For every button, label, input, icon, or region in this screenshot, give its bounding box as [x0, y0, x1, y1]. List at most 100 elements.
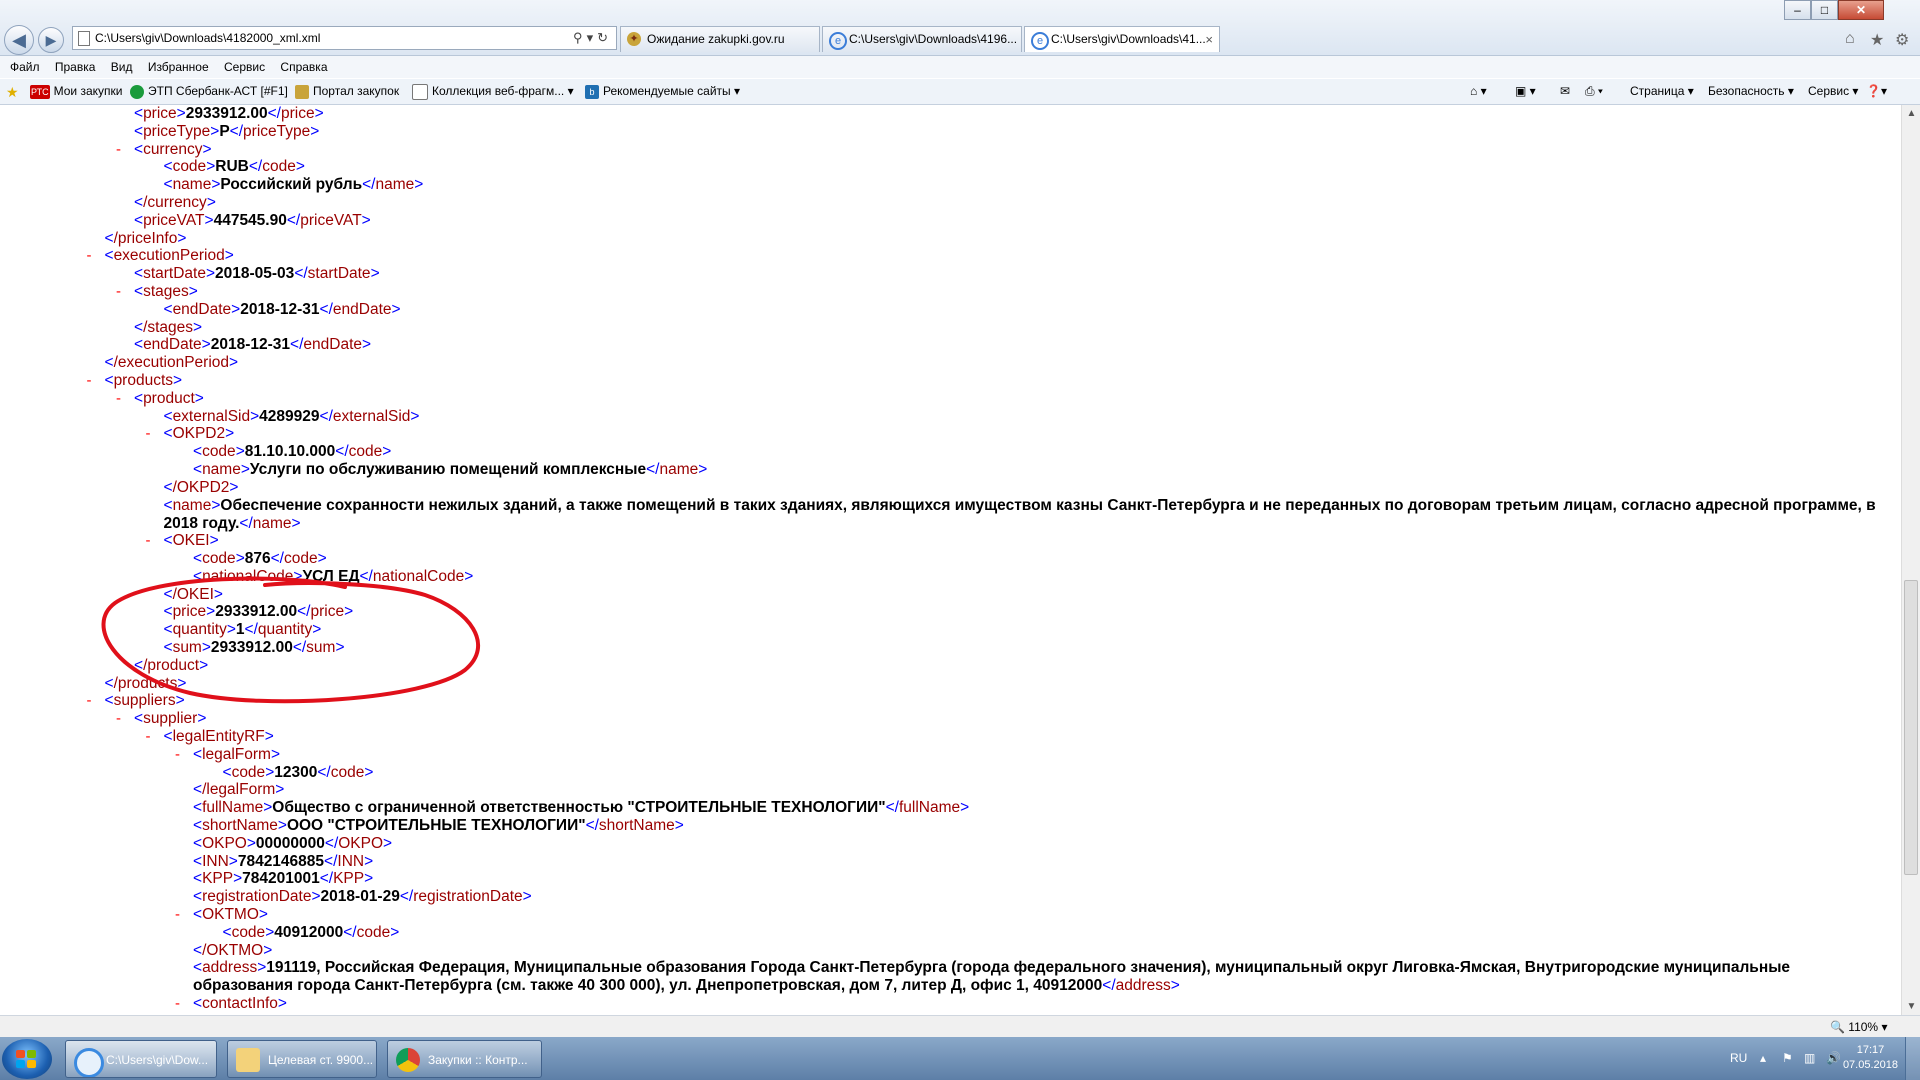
favorite-web-slice-gallery[interactable]: Коллекция веб-фрагм... ▾: [412, 79, 574, 104]
xml-bracket: >: [277, 817, 287, 834]
help-icon[interactable]: ❓▾: [1866, 79, 1887, 104]
xml-value: 2018-12-31: [210, 336, 291, 354]
feeds-icon[interactable]: ▣ ▾: [1515, 79, 1536, 104]
taskbar-chrome-window[interactable]: Закупки :: Контр...: [387, 1040, 542, 1078]
show-desktop-button[interactable]: [1905, 1037, 1920, 1080]
xml-bracket: >: [228, 852, 238, 870]
search-icon[interactable]: ⚲: [573, 30, 587, 45]
collapse-toggle[interactable]: -: [87, 247, 92, 264]
xml-bracket: >: [263, 799, 273, 817]
favorite-procurement-portal[interactable]: Портал закупок: [295, 79, 399, 104]
taskbar-ie-window[interactable]: C:\Users\giv\Dow...: [65, 1040, 217, 1078]
xml-bracket: <: [104, 247, 114, 265]
add-favorite-star-icon[interactable]: ★: [6, 79, 23, 104]
collapse-toggle[interactable]: -: [116, 710, 121, 727]
print-icon[interactable]: ⎙ ▾: [1585, 79, 1603, 104]
tab-downloads-4196[interactable]: e C:\Users\giv\Downloads\4196...: [822, 26, 1022, 52]
address-tools[interactable]: ⚲▾↻: [573, 27, 612, 49]
xml-bracket: <: [134, 318, 144, 336]
xml-bracket: >: [193, 318, 203, 336]
zoom-control[interactable]: 🔍 110% ▾: [1830, 1016, 1887, 1038]
menu-edit[interactable]: Правка: [55, 60, 96, 74]
xml-bracket: >: [362, 336, 372, 354]
collapse-toggle[interactable]: -: [146, 728, 151, 745]
favorites-star-icon[interactable]: ★: [1870, 30, 1884, 50]
volume-icon[interactable]: 🔊: [1826, 1037, 1841, 1080]
xml-line: <name>Российский рубль</name>: [164, 176, 424, 194]
scroll-down-arrow-icon[interactable]: ▼: [1902, 998, 1920, 1015]
home-command-icon[interactable]: ⌂ ▾: [1470, 79, 1487, 104]
xml-bracket: >: [173, 372, 183, 389]
menu-safety[interactable]: Безопасность ▾: [1708, 79, 1794, 104]
forward-button[interactable]: ▶: [38, 27, 64, 53]
xml-tag-name: shortName: [202, 817, 278, 834]
system-clock[interactable]: 17:17 07.05.2018: [1843, 1043, 1898, 1073]
menu-favorites[interactable]: Избранное: [148, 60, 209, 74]
xml-bracket: >: [206, 158, 216, 176]
collapse-toggle[interactable]: -: [146, 532, 151, 549]
collapse-toggle[interactable]: -: [116, 390, 121, 407]
vertical-scrollbar[interactable]: ▲ ▼: [1901, 105, 1920, 1015]
favorite-sberbank-ast[interactable]: ЭТП Сбербанк-АСТ [#F1]: [130, 79, 288, 104]
action-center-flag-icon[interactable]: ⚑: [1782, 1037, 1793, 1080]
collapse-toggle[interactable]: -: [116, 283, 121, 300]
tab-close-icon[interactable]: ×: [1205, 27, 1213, 52]
xml-line: <currency>: [134, 141, 212, 159]
xml-bracket: <: [163, 532, 173, 550]
xml-tag-name: priceVAT: [143, 211, 205, 229]
xml-bracket: >: [229, 478, 239, 496]
xml-line: <endDate>2018-12-31</endDate>: [134, 336, 371, 354]
xml-tag-name: /legalForm: [202, 781, 276, 799]
xml-line: <endDate>2018-12-31</endDate>: [164, 301, 401, 319]
refresh-icon[interactable]: ↻: [597, 30, 612, 45]
chrome-icon: [396, 1048, 420, 1072]
menu-page[interactable]: Страница ▾: [1630, 79, 1694, 104]
xml-tag-name: name: [172, 496, 212, 514]
xml-line: <contactInfo>: [193, 995, 287, 1013]
xml-value: 784201001: [242, 870, 320, 888]
collapse-toggle[interactable]: -: [175, 995, 180, 1012]
tab-downloads-41-active[interactable]: e C:\Users\giv\Downloads\41... ×: [1024, 26, 1220, 52]
collapse-toggle[interactable]: -: [116, 141, 121, 158]
xml-bracket: >: [263, 941, 273, 959]
xml-tag-name: /OKPD2: [172, 478, 230, 496]
address-bar[interactable]: C:\Users\giv\Downloads\4182000_xml.xml ⚲…: [72, 26, 617, 50]
xml-line: <OKPD2>: [164, 425, 235, 443]
maximize-button[interactable]: □: [1811, 0, 1838, 20]
collapse-toggle[interactable]: -: [146, 425, 151, 442]
language-indicator[interactable]: RU: [1730, 1037, 1747, 1080]
menu-file[interactable]: Файл: [10, 60, 40, 74]
menu-tools-command[interactable]: Сервис ▾: [1808, 79, 1858, 104]
xml-tag-name: name: [659, 461, 699, 478]
taskbar-folder-window[interactable]: Целевая ст. 9900...: [227, 1040, 377, 1078]
collapse-toggle[interactable]: -: [87, 372, 92, 389]
mail-icon[interactable]: ✉: [1560, 79, 1570, 104]
menu-tools[interactable]: Сервис: [224, 60, 265, 74]
close-window-button[interactable]: ✕: [1838, 0, 1884, 20]
xml-bracket: <: [134, 336, 144, 354]
collapse-toggle[interactable]: -: [87, 692, 92, 709]
network-icon[interactable]: ▥: [1804, 1037, 1815, 1080]
settings-gear-icon[interactable]: ⚙: [1895, 30, 1909, 50]
tray-expand-icon[interactable]: ▴: [1760, 1037, 1766, 1080]
xml-tag-name: /OKTMO: [202, 941, 264, 959]
favorite-suggested-sites[interactable]: b Рекомендуемые сайты ▾: [585, 79, 740, 104]
back-button[interactable]: ◀: [4, 25, 34, 55]
xml-bracket: >: [250, 407, 260, 425]
scroll-up-arrow-icon[interactable]: ▲: [1902, 105, 1920, 122]
favorite-my-purchases[interactable]: РТС Мои закупки: [30, 79, 122, 104]
web-slice-icon: [412, 83, 428, 100]
scroll-thumb[interactable]: [1904, 580, 1918, 875]
menu-help[interactable]: Справка: [280, 60, 327, 74]
xml-bracket: </: [319, 407, 333, 425]
home-icon[interactable]: ⌂: [1845, 30, 1855, 48]
minimize-button[interactable]: –: [1784, 0, 1811, 20]
collapse-toggle[interactable]: -: [175, 746, 180, 763]
favorites-bar: ★ РТС Мои закупки ЭТП Сбербанк-АСТ [#F1] …: [0, 79, 1920, 105]
start-button[interactable]: [2, 1039, 52, 1079]
collapse-toggle[interactable]: -: [175, 906, 180, 923]
xml-bracket: >: [410, 407, 420, 425]
menu-view[interactable]: Вид: [111, 60, 133, 74]
xml-bracket: >: [194, 389, 204, 407]
tab-zakupki[interactable]: ✦ Ожидание zakupki.gov.ru: [620, 26, 820, 52]
